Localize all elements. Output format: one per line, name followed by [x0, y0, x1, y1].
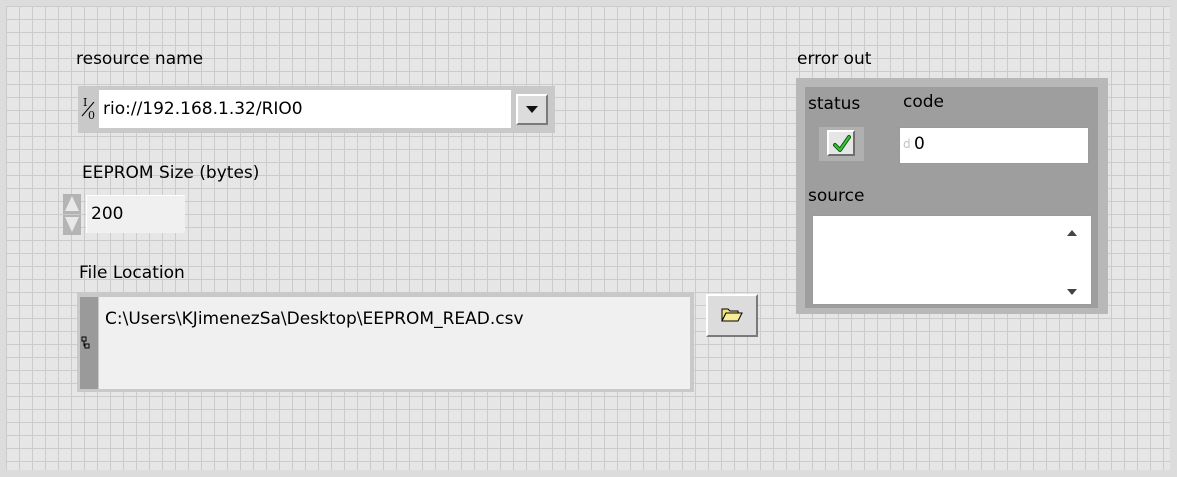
code-label: code: [903, 92, 944, 112]
scroll-down-icon[interactable]: [1067, 289, 1077, 295]
chevron-down-icon: [526, 106, 538, 113]
arrow-down-icon: [65, 217, 79, 232]
folder-open-icon: [721, 308, 743, 322]
file-location-label: File Location: [79, 263, 185, 283]
status-label: status: [808, 94, 861, 114]
eeprom-size-increment[interactable]: [61, 193, 83, 237]
browse-button[interactable]: [706, 294, 758, 337]
io-resource-icon: I 0: [81, 95, 97, 123]
error-out-label: error out: [797, 49, 872, 69]
file-location-value: C:\Users\KJimenezSa\Desktop\EEPROM_READ.…: [105, 309, 524, 329]
checkmark-icon: [833, 135, 851, 152]
resource-name-value: rio://192.168.1.32/RIO0: [103, 99, 303, 119]
status-indicator: [827, 130, 855, 156]
scroll-up-icon[interactable]: [1067, 230, 1077, 236]
code-value: 0: [914, 134, 925, 154]
code-field: [899, 127, 1089, 164]
resource-name-label: resource name: [76, 49, 204, 69]
arrow-up-icon: [65, 196, 79, 211]
svg-text:I: I: [83, 96, 87, 109]
path-icon: [81, 336, 91, 354]
eeprom-size-label: EEPROM Size (bytes): [82, 163, 260, 183]
source-label: source: [808, 186, 865, 206]
eeprom-size-value: 200: [91, 204, 124, 224]
svg-text:0: 0: [88, 109, 95, 122]
resource-dropdown-button[interactable]: [516, 94, 548, 125]
code-radix: d: [903, 137, 911, 151]
source-field: [812, 215, 1092, 305]
